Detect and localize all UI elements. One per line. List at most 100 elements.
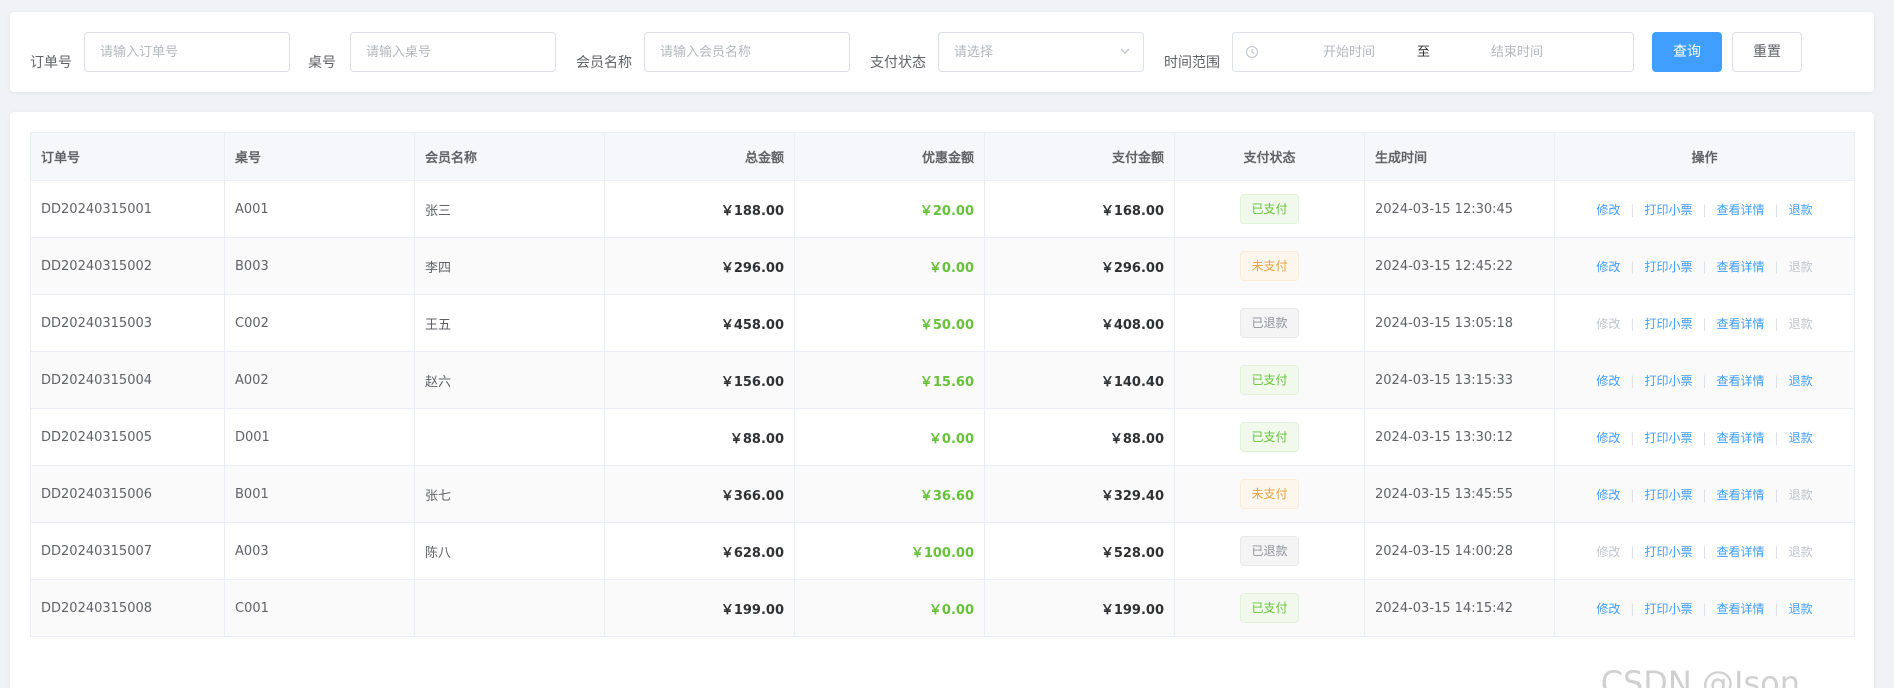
cell-total: ￥88.00 xyxy=(604,408,795,466)
cell-created: 2024-03-15 12:30:45 xyxy=(1364,180,1555,238)
view-detail-link[interactable]: 查看详情 xyxy=(1717,203,1765,217)
op-divider: | xyxy=(1774,430,1779,445)
order-table-card: 订单号 桌号 会员名称 总金额 优惠金额 支付金额 支付状态 生成时间 操作 D… xyxy=(10,112,1874,688)
cell-status: 已支付 xyxy=(1174,351,1365,409)
cell-created: 2024-03-15 13:05:18 xyxy=(1364,294,1555,352)
reset-button[interactable]: 重置 xyxy=(1732,32,1802,72)
status-badge: 已支付 xyxy=(1240,194,1299,224)
refund-link: 退款 xyxy=(1788,544,1813,559)
cell-ops: 修改 | 打印小票 | 查看详情 | 退款 xyxy=(1554,180,1855,238)
cell-created: 2024-03-15 14:00:28 xyxy=(1364,522,1555,580)
cell-created: 2024-03-15 13:45:55 xyxy=(1364,465,1555,523)
view-detail-link[interactable]: 查看详情 xyxy=(1717,260,1765,274)
cell-status: 已退款 xyxy=(1174,522,1365,580)
edit-link[interactable]: 修改 xyxy=(1596,203,1620,217)
print-receipt-link[interactable]: 打印小票 xyxy=(1644,602,1692,616)
table-row: DD20240315004 A002 赵六 ￥156.00 ￥15.60 ￥140.40 已… xyxy=(30,351,1855,409)
start-time-input[interactable]: 开始时间 xyxy=(1269,43,1429,63)
table-row: DD20240315005 D001 ￥88.00 ￥0.00 ￥88.00 已支付 202… xyxy=(30,408,1855,466)
order-no-label: 订单号 xyxy=(30,55,72,71)
table-row: DD20240315008 C001 ￥199.00 ￥0.00 ￥199.00 已支付 2… xyxy=(30,579,1855,637)
op-divider: | xyxy=(1630,373,1635,388)
member-name-field[interactable] xyxy=(644,32,850,72)
order-no-field[interactable] xyxy=(84,32,290,72)
op-divider: | xyxy=(1630,601,1635,616)
edit-link[interactable]: 修改 xyxy=(1596,488,1620,502)
print-receipt-link[interactable]: 打印小票 xyxy=(1644,488,1692,502)
cell-ops: 修改 | 打印小票 | 查看详情 | 退款 xyxy=(1554,294,1855,352)
cell-total: ￥199.00 xyxy=(604,579,795,637)
print-receipt-link[interactable]: 打印小票 xyxy=(1644,317,1692,331)
member-name-input[interactable] xyxy=(660,44,834,60)
cell-order-no: DD20240315006 xyxy=(30,465,225,523)
cell-discount: ￥15.60 xyxy=(794,351,985,409)
edit-link[interactable]: 修改 xyxy=(1596,374,1620,388)
refund-link[interactable]: 退款 xyxy=(1789,203,1813,217)
cell-discount: ￥0.00 xyxy=(794,579,985,637)
op-divider: | xyxy=(1774,316,1779,331)
cell-total: ￥296.00 xyxy=(604,237,795,295)
cell-member: 王五 xyxy=(414,294,605,352)
cell-total: ￥366.00 xyxy=(604,465,795,523)
edit-link[interactable]: 修改 xyxy=(1596,431,1620,445)
filter-bar: 订单号 桌号 会员名称 支付状态 时间范围 开始时间 至 结束时间 查询 重置 xyxy=(10,12,1874,92)
print-receipt-link[interactable]: 打印小票 xyxy=(1644,203,1692,217)
view-detail-link[interactable]: 查看详情 xyxy=(1717,545,1765,559)
cell-order-no: DD20240315001 xyxy=(30,180,225,238)
view-detail-link[interactable]: 查看详情 xyxy=(1717,602,1765,616)
cell-discount: ￥36.60 xyxy=(794,465,985,523)
op-divider: | xyxy=(1774,601,1779,616)
clock-icon xyxy=(1245,45,1259,59)
query-button[interactable]: 查询 xyxy=(1652,32,1722,72)
cell-paid: ￥199.00 xyxy=(984,579,1175,637)
refund-link[interactable]: 退款 xyxy=(1789,431,1813,445)
col-member: 会员名称 xyxy=(414,132,605,181)
cell-paid: ￥88.00 xyxy=(984,408,1175,466)
print-receipt-link[interactable]: 打印小票 xyxy=(1644,260,1692,274)
member-name-label: 会员名称 xyxy=(576,55,632,71)
table-no-input[interactable] xyxy=(366,44,540,60)
status-badge: 已退款 xyxy=(1240,536,1299,566)
cell-paid: ￥296.00 xyxy=(984,237,1175,295)
op-divider: | xyxy=(1774,373,1779,388)
cell-table-no: A003 xyxy=(224,522,415,580)
edit-link[interactable]: 修改 xyxy=(1596,260,1620,274)
table-row: DD20240315006 B001 张七 ￥366.00 ￥36.60 ￥329.40 未… xyxy=(30,465,1855,523)
cell-paid: ￥408.00 xyxy=(984,294,1175,352)
cell-discount: ￥50.00 xyxy=(794,294,985,352)
refund-link[interactable]: 退款 xyxy=(1789,374,1813,388)
print-receipt-link[interactable]: 打印小票 xyxy=(1644,431,1692,445)
view-detail-link[interactable]: 查看详情 xyxy=(1717,374,1765,388)
print-receipt-link[interactable]: 打印小票 xyxy=(1644,545,1692,559)
status-badge: 未支付 xyxy=(1240,479,1299,509)
cell-status: 已支付 xyxy=(1174,180,1365,238)
cell-ops: 修改 | 打印小票 | 查看详情 | 退款 xyxy=(1554,579,1855,637)
op-divider: | xyxy=(1774,487,1779,502)
refund-link: 退款 xyxy=(1788,259,1813,274)
range-separator: 至 xyxy=(1417,45,1431,60)
cell-ops: 修改 | 打印小票 | 查看详情 | 退款 xyxy=(1554,465,1855,523)
view-detail-link[interactable]: 查看详情 xyxy=(1717,317,1765,331)
refund-link[interactable]: 退款 xyxy=(1789,602,1813,616)
table-no-field[interactable] xyxy=(350,32,556,72)
edit-link[interactable]: 修改 xyxy=(1596,602,1620,616)
cell-table-no: D001 xyxy=(224,408,415,466)
cell-order-no: DD20240315007 xyxy=(30,522,225,580)
view-detail-link[interactable]: 查看详情 xyxy=(1717,431,1765,445)
print-receipt-link[interactable]: 打印小票 xyxy=(1644,374,1692,388)
table-header-row: 订单号 桌号 会员名称 总金额 优惠金额 支付金额 支付状态 生成时间 操作 xyxy=(30,132,1855,181)
date-range-picker[interactable]: 开始时间 至 结束时间 xyxy=(1232,32,1634,72)
op-divider: | xyxy=(1630,430,1635,445)
cell-discount: ￥0.00 xyxy=(794,408,985,466)
status-badge: 已支付 xyxy=(1240,422,1299,452)
order-no-input[interactable] xyxy=(100,44,274,60)
op-divider: | xyxy=(1774,259,1779,274)
cell-ops: 修改 | 打印小票 | 查看详情 | 退款 xyxy=(1554,237,1855,295)
pay-status-select[interactable] xyxy=(938,32,1144,72)
chevron-down-icon xyxy=(1120,48,1130,54)
end-time-input[interactable]: 结束时间 xyxy=(1437,43,1597,63)
cell-member: 李四 xyxy=(414,237,605,295)
cell-created: 2024-03-15 13:15:33 xyxy=(1364,351,1555,409)
pay-status-input[interactable] xyxy=(954,44,1128,60)
view-detail-link[interactable]: 查看详情 xyxy=(1717,488,1765,502)
